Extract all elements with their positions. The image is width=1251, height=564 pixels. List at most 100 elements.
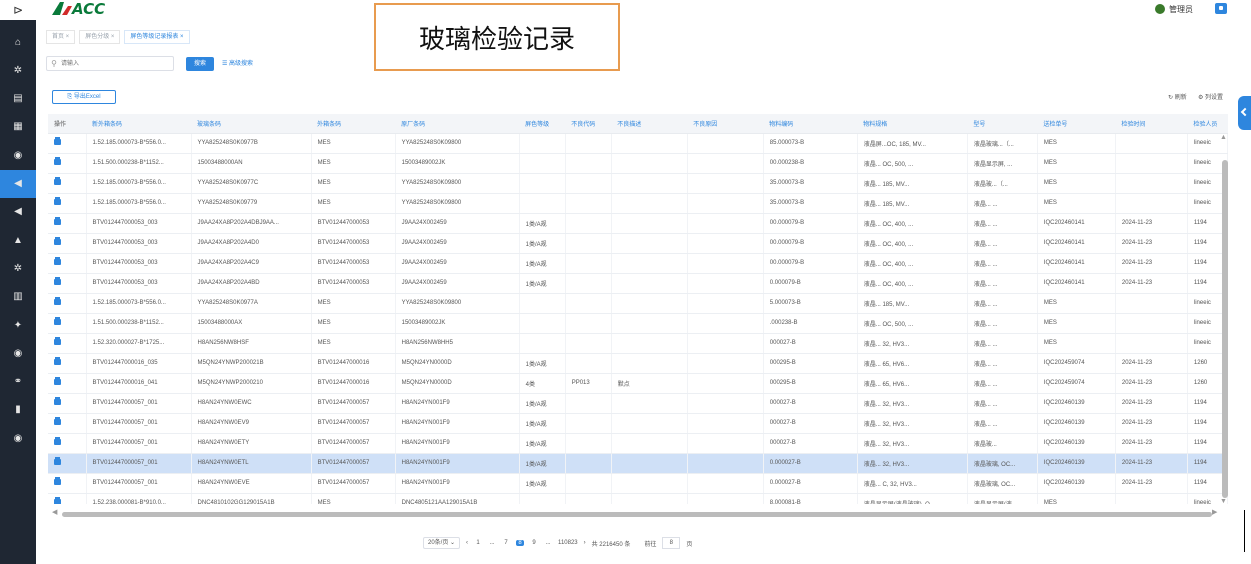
search-field[interactable]: ⚲ xyxy=(46,56,174,71)
row-actions[interactable] xyxy=(48,133,87,154)
table-row[interactable]: BTV012447000053_003 J9AA24XA8P202A4D0 BTV0… xyxy=(48,233,1228,254)
chart-icon[interactable]: ▦ xyxy=(0,113,36,141)
row-actions[interactable] xyxy=(48,273,87,294)
table-row[interactable]: BTV012447000053_003 J9AA24XA8P202A4C9 BTV0… xyxy=(48,253,1228,274)
table-row[interactable]: 1.51.500.000238-B*1152... 15003488000AN ME… xyxy=(48,153,1228,174)
users-icon[interactable]: ✦ xyxy=(0,311,36,339)
print-icon[interactable] xyxy=(54,237,61,245)
table-icon[interactable]: ▥ xyxy=(0,283,36,311)
print-icon[interactable] xyxy=(54,357,61,365)
table-row[interactable]: BTV012447000057_001 H8AN24YNW0EV9 BTV01244… xyxy=(48,413,1228,434)
book-icon[interactable]: ▮ xyxy=(0,396,36,424)
print-icon[interactable] xyxy=(54,317,61,325)
row-actions[interactable] xyxy=(48,233,87,254)
refresh-button[interactable]: ↻ 刷新 xyxy=(1168,92,1187,101)
print-icon[interactable] xyxy=(54,177,61,185)
tab-grade-report[interactable]: 屏色等级记录报表 × xyxy=(124,30,190,44)
table-row[interactable]: BTV012447000057_001 H8AN24YNW0ETY BTV01244… xyxy=(48,433,1228,454)
settings-circle-icon[interactable]: ◉ xyxy=(0,339,36,367)
row-actions[interactable] xyxy=(48,193,87,214)
page-number[interactable]: ... xyxy=(544,540,552,546)
row-actions[interactable] xyxy=(48,473,87,494)
row-actions[interactable] xyxy=(48,173,87,194)
tab-screen-grading[interactable]: 屏色分级 × xyxy=(79,30,121,44)
column-header[interactable]: 物料编码 xyxy=(763,114,858,134)
page-number[interactable]: 8 xyxy=(516,540,525,546)
column-settings-button[interactable]: ⚙ 列设置 xyxy=(1198,92,1223,101)
row-actions[interactable] xyxy=(48,253,87,274)
table-row[interactable]: 1.52.320.000027-B*1725... H8AN256NW8HSF ME… xyxy=(48,333,1228,354)
row-actions[interactable] xyxy=(48,393,87,414)
page-number[interactable]: 9 xyxy=(530,540,538,546)
collapse-icon[interactable]: ⊳ xyxy=(0,0,36,20)
row-actions[interactable] xyxy=(48,413,87,434)
table-row[interactable]: 1.51.500.000238-B*1152... 15003488000AX ME… xyxy=(48,313,1228,334)
table-row[interactable]: BTV012447000057_001 H8AN24YNW0EWC BTV01244… xyxy=(48,393,1228,414)
advanced-search-link[interactable]: ☰ 高级搜索 xyxy=(222,57,253,71)
page-number[interactable]: ... xyxy=(488,540,496,546)
column-header[interactable]: 检验时间 xyxy=(1115,114,1188,134)
table-row[interactable]: BTV012447000057_001 H8AN24YNW0ETL BTV01244… xyxy=(48,453,1228,474)
column-header[interactable]: 不良原因 xyxy=(687,114,764,134)
print-icon[interactable] xyxy=(54,477,61,485)
home-icon[interactable]: ⌂ xyxy=(0,28,36,56)
column-header[interactable]: 型号 xyxy=(967,114,1038,134)
horizontal-scrollbar[interactable] xyxy=(62,512,1212,517)
export-excel-button[interactable]: ⎘ 导出Excel xyxy=(52,90,116,104)
print-icon[interactable] xyxy=(54,337,61,345)
page-number[interactable]: 7 xyxy=(502,540,510,546)
print-icon[interactable] xyxy=(54,157,61,165)
column-header[interactable]: 新外箱条码 xyxy=(86,114,192,134)
gear-icon[interactable]: ✲ xyxy=(0,56,36,84)
column-header[interactable]: 原厂条码 xyxy=(395,114,520,134)
row-actions[interactable] xyxy=(48,433,87,454)
row-actions[interactable] xyxy=(48,333,87,354)
vertical-scrollbar[interactable] xyxy=(1222,160,1228,498)
column-header[interactable]: 外箱条码 xyxy=(311,114,396,134)
settings-circle-icon[interactable]: ◉ xyxy=(0,424,36,452)
prev-page-button[interactable]: ‹ xyxy=(466,540,468,546)
column-header[interactable]: 送检单号 xyxy=(1037,114,1116,134)
print-icon[interactable] xyxy=(54,397,61,405)
column-header[interactable]: 玻璃条码 xyxy=(191,114,312,134)
table-row[interactable]: BTV012447000057_001 H8AN24YNW0EVE BTV01244… xyxy=(48,473,1228,494)
print-icon[interactable] xyxy=(54,277,61,285)
goto-page-input[interactable]: 8 xyxy=(662,537,681,549)
building-icon[interactable]: ▲ xyxy=(0,226,36,254)
print-icon[interactable] xyxy=(54,297,61,305)
column-header[interactable]: 物料规格 xyxy=(857,114,968,134)
gear-icon[interactable]: ✲ xyxy=(0,254,36,282)
user-menu[interactable]: 管理员 xyxy=(1155,2,1193,16)
scroll-up-arrow[interactable]: ▲ xyxy=(1220,134,1227,141)
clipboard-icon[interactable]: ▤ xyxy=(0,85,36,113)
print-icon[interactable] xyxy=(54,377,61,385)
print-icon[interactable] xyxy=(54,257,61,265)
scroll-down-arrow[interactable]: ▼ xyxy=(1220,498,1227,505)
row-actions[interactable] xyxy=(48,293,87,314)
column-header[interactable]: 检验人员 xyxy=(1187,114,1228,134)
row-actions[interactable] xyxy=(48,493,87,504)
bell-icon[interactable]: ◀ xyxy=(0,198,36,226)
print-icon[interactable] xyxy=(54,437,61,445)
table-row[interactable]: 1.52.185.000073-B*556.0... YYA825248S0K09… xyxy=(48,193,1228,214)
tab-home[interactable]: 首页 × xyxy=(46,30,76,44)
column-header[interactable]: 不良描述 xyxy=(611,114,688,134)
row-actions[interactable] xyxy=(48,213,87,234)
print-icon[interactable] xyxy=(54,497,61,504)
table-row[interactable]: BTV012447000053_003 J9AA24XA8P202A4BD BTV0… xyxy=(48,273,1228,294)
row-actions[interactable] xyxy=(48,373,87,394)
table-row[interactable]: 1.52.238.000081-B*910.0... DNC4810102GG12… xyxy=(48,493,1228,504)
row-actions[interactable] xyxy=(48,153,87,174)
side-panel-toggle[interactable] xyxy=(1238,96,1251,130)
table-row[interactable]: BTV012447000016_035 M5QN24YNWP200021B BTV0… xyxy=(48,353,1228,374)
page-number[interactable]: 110823 xyxy=(558,540,578,546)
print-icon[interactable] xyxy=(54,137,61,145)
row-actions[interactable] xyxy=(48,353,87,374)
bell-icon[interactable]: ◀ xyxy=(0,169,36,198)
print-icon[interactable] xyxy=(54,197,61,205)
row-actions[interactable] xyxy=(48,453,87,474)
table-row[interactable]: 1.52.185.000073-B*556.0... YYA825248S0K09… xyxy=(48,173,1228,194)
scroll-left-arrow[interactable]: ◀ xyxy=(52,508,57,516)
next-page-button[interactable]: › xyxy=(584,540,586,546)
print-icon[interactable] xyxy=(54,217,61,225)
